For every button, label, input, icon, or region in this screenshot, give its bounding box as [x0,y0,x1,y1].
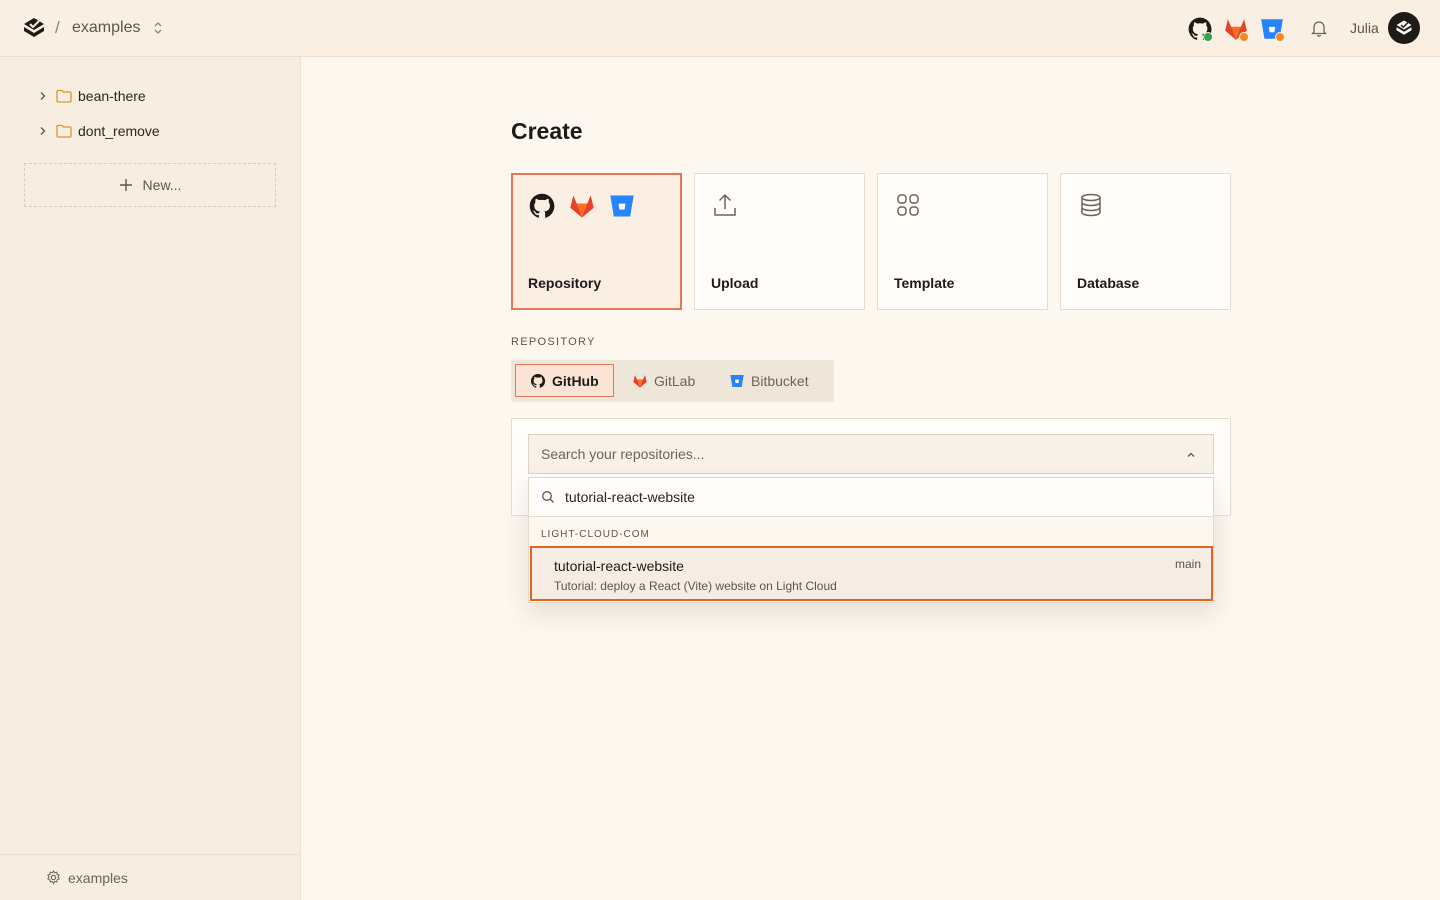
chevron-right-icon[interactable] [38,126,48,136]
card-label: Upload [711,275,759,291]
sidebar-item-bean-there[interactable]: bean-there [38,85,146,107]
gitlab-status-dot [1239,32,1249,42]
github-icon [531,373,546,388]
repository-select[interactable]: Search your repositories... [528,434,1214,474]
project-switcher[interactable]: examples [72,19,140,37]
search-value: tutorial-react-website [565,489,695,505]
user-name[interactable]: Julia [1350,20,1379,36]
tab-github[interactable]: GitHub [515,364,614,397]
provider-tabs: GitHub GitLab Bitbucket [511,360,834,402]
folder-icon [56,89,72,103]
tab-label: GitHub [552,372,599,389]
create-card-template[interactable]: Template [877,173,1048,310]
grid-icon [897,194,919,216]
bitbucket-icon [730,374,744,387]
repository-search-input[interactable]: tutorial-react-website [529,478,1213,517]
bell-icon[interactable] [1309,18,1329,38]
database-icon [1081,193,1101,217]
sidebar-item-label: bean-there [78,88,146,104]
create-card-upload[interactable]: Upload [694,173,865,310]
chevron-up-icon [1187,452,1195,457]
breadcrumb-separator: / [55,18,60,37]
search-icon [542,491,554,503]
repository-branch: main [1174,557,1201,571]
tab-label: GitLab [654,372,696,389]
card-label: Template [894,275,955,291]
folder-icon [56,124,72,138]
new-button[interactable]: New... [24,163,276,207]
sidebar: bean-there dont_remove New... examples [0,57,301,900]
new-button-label: New... [142,177,182,193]
select-placeholder: Search your repositories... [541,446,705,462]
sidebar-item-label: dont_remove [78,123,160,139]
bitbucket-status-dot [1275,32,1285,42]
project-settings-link[interactable]: examples [0,854,300,900]
footer-project-label: examples [68,869,128,886]
plus-icon [119,179,132,191]
top-bar: / examples Julia [0,0,1440,57]
gear-icon [47,870,60,885]
avatar-logo-icon [1396,20,1412,35]
create-card-repository[interactable]: Repository [511,173,682,310]
gitlab-icon [570,195,594,218]
tab-gitlab[interactable]: GitLab [632,364,695,397]
bitbucket-icon [610,195,634,217]
repository-option[interactable]: tutorial-react-website Tutorial: deploy … [530,546,1213,601]
create-card-database[interactable]: Database [1060,173,1231,310]
github-status-dot [1203,32,1213,42]
repository-description: Tutorial: deploy a React (Vite) website … [554,579,837,593]
gitlab-icon [633,374,647,388]
sidebar-item-dont-remove[interactable]: dont_remove [38,120,160,142]
chevron-up-down-icon[interactable] [151,20,165,36]
tab-bitbucket[interactable]: Bitbucket [729,364,809,397]
page-title: Create [511,118,583,144]
card-label: Repository [528,275,602,291]
repository-name: tutorial-react-website [554,558,684,574]
card-label: Database [1077,275,1140,291]
avatar[interactable] [1388,12,1420,44]
repository-dropdown: tutorial-react-website LIGHT-CLOUD-COM t… [528,477,1214,603]
section-label-repository: REPOSITORY [511,336,596,348]
github-icon [529,193,555,218]
upload-icon [714,193,736,216]
chevron-right-icon[interactable] [38,91,48,101]
tab-label: Bitbucket [751,372,809,389]
dropdown-group-label: LIGHT-CLOUD-COM [541,529,650,540]
app-logo-icon[interactable] [22,16,46,40]
